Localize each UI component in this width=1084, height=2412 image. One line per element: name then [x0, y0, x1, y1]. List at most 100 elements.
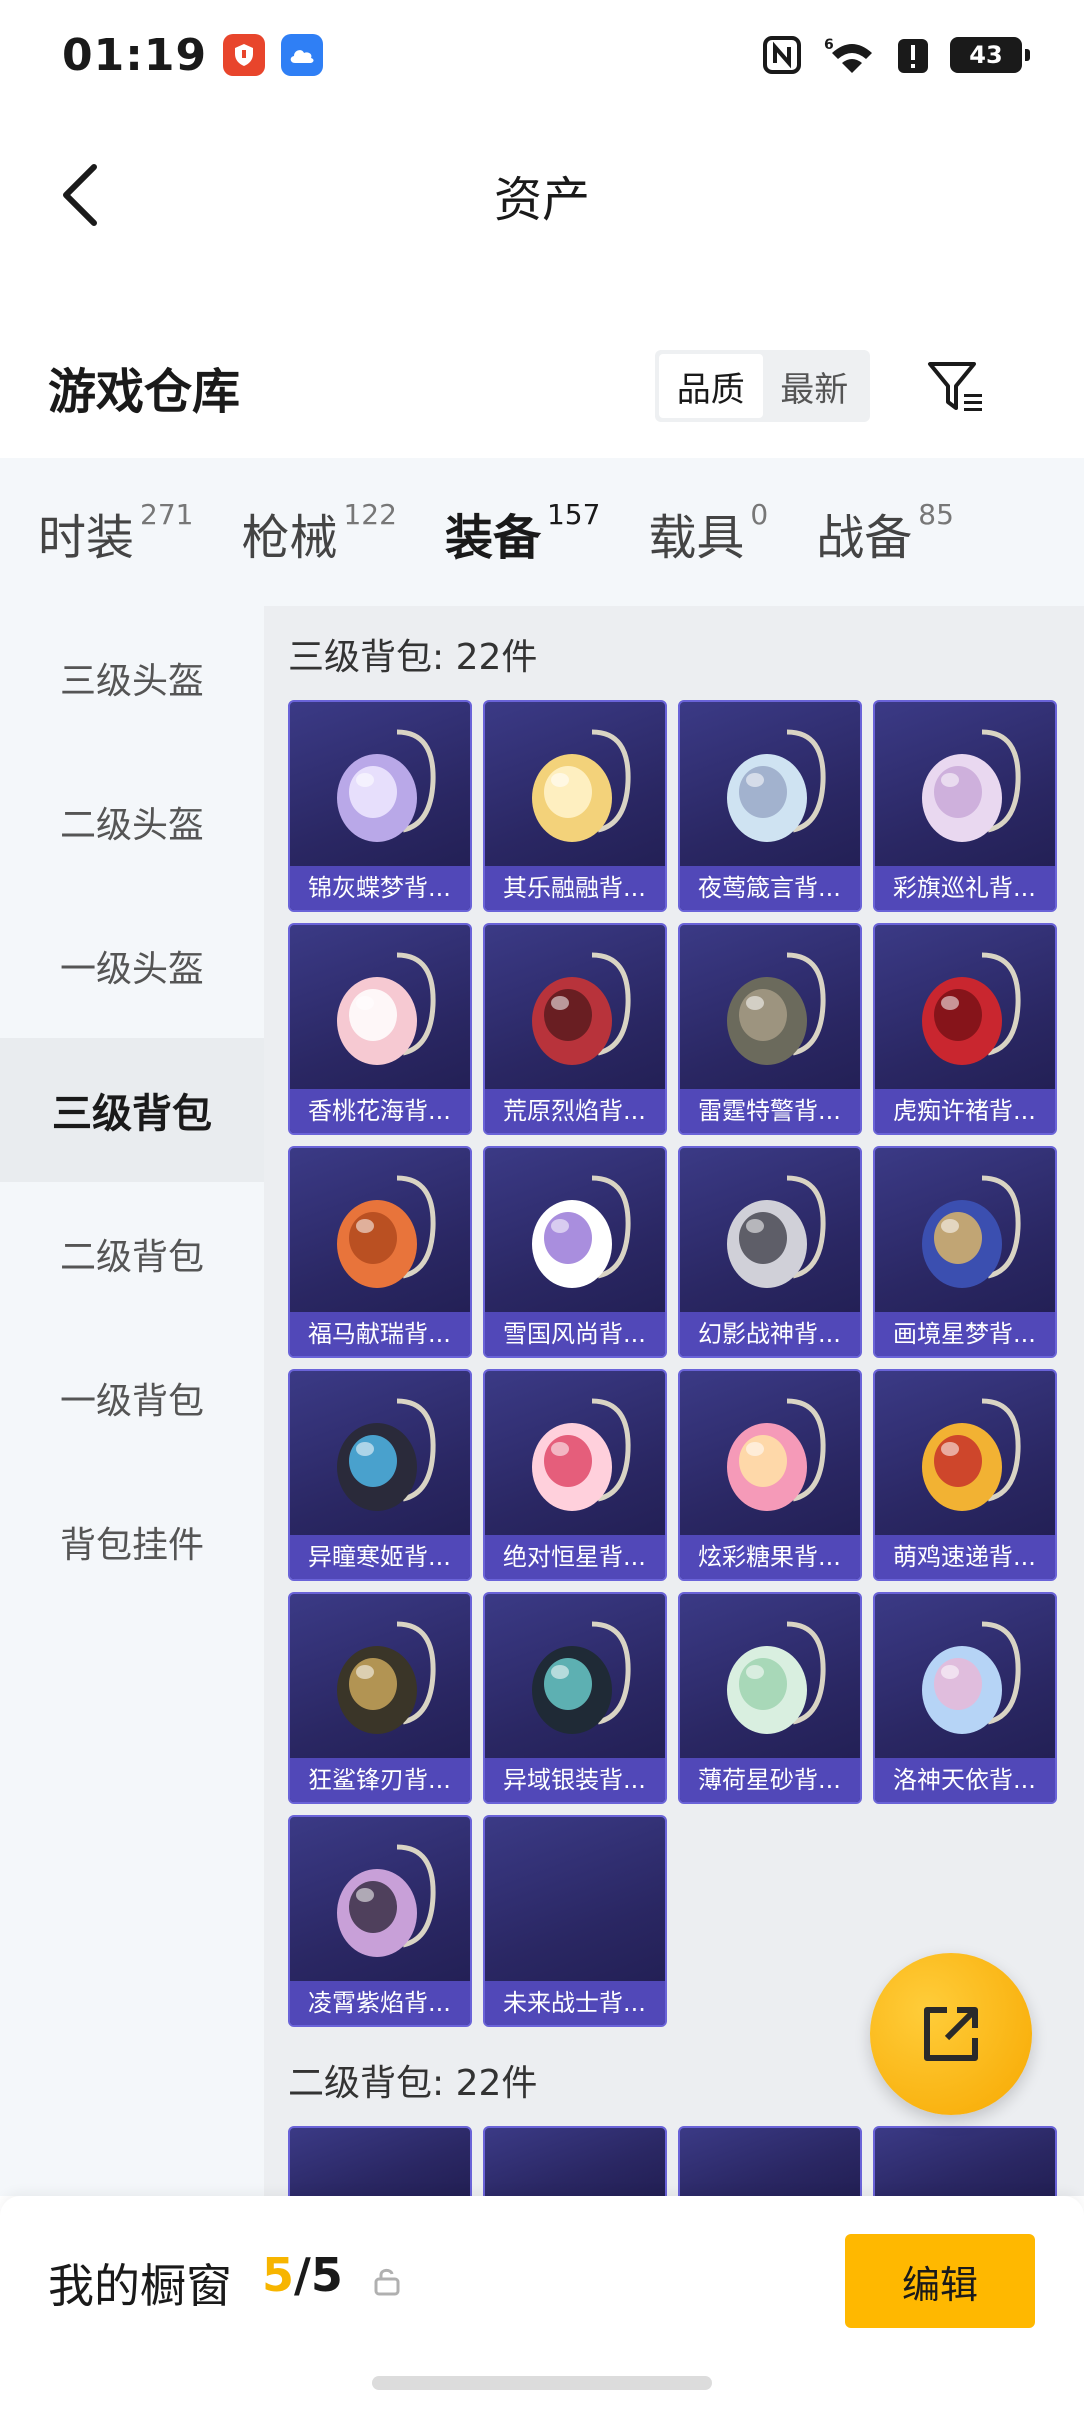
backpack-image	[875, 1148, 1055, 1318]
item-name: 虎痴许褚背...	[875, 1089, 1055, 1133]
item-card[interactable]: 锦灰蝶梦背...	[288, 700, 472, 912]
tab-label: 枪械	[241, 510, 338, 566]
item-card[interactable]: 其乐融融背...	[483, 700, 667, 912]
item-name: 锦灰蝶梦背...	[290, 866, 470, 910]
tab-count: 0	[750, 498, 769, 531]
sidebar-item-level3-backpack[interactable]: 三级背包	[0, 1038, 264, 1182]
backpack-image	[290, 1148, 470, 1318]
item-card[interactable]: 虎痴许褚背...	[873, 923, 1057, 1135]
item-name: 绝对恒星背...	[485, 1535, 665, 1579]
item-grid-level2-backpack	[288, 2126, 1057, 2196]
backpack-image	[485, 702, 665, 872]
item-name: 夜莺箴言背...	[680, 866, 860, 910]
item-grid-level3-backpack: 锦灰蝶梦背... 其乐融融背... 夜莺箴言背... 彩旗巡礼背... 香桃花海背...…	[288, 700, 1057, 2027]
tab-label: 装备	[444, 510, 541, 566]
backpack-image	[290, 1371, 470, 1541]
item-card[interactable]: 凌霄紫焰背...	[288, 1815, 472, 2027]
item-name: 荒原烈焰背...	[485, 1089, 665, 1133]
sort-option-newest[interactable]: 最新	[763, 354, 867, 418]
backpack-image	[485, 1594, 665, 1764]
item-card[interactable]	[483, 2126, 667, 2196]
item-name: 异域银装背...	[485, 1758, 665, 1802]
backpack-image	[485, 925, 665, 1095]
section-title-level2-backpack: 二级背包: 22件	[288, 2063, 538, 2104]
filter-icon	[928, 362, 982, 411]
item-card[interactable]: 荒原烈焰背...	[483, 923, 667, 1135]
item-card[interactable]: 异瞳寒姬背...	[288, 1369, 472, 1581]
item-name: 福马献瑞背...	[290, 1312, 470, 1356]
item-card[interactable]	[873, 2126, 1057, 2196]
sidebar-item-level1-backpack[interactable]: 一级背包	[0, 1326, 264, 1470]
alert-icon	[896, 35, 930, 75]
tab-count: 122	[343, 498, 397, 531]
svg-text:6: 6	[824, 37, 834, 53]
item-name: 萌鸡速递背...	[875, 1535, 1055, 1579]
backpack-image	[485, 1371, 665, 1541]
backpack-image	[680, 1371, 860, 1541]
backpack-image	[290, 702, 470, 872]
share-button[interactable]	[870, 1953, 1032, 2115]
security-app-icon	[223, 34, 266, 76]
edit-button[interactable]: 编辑	[845, 2234, 1035, 2328]
item-card[interactable]: 异域银装背...	[483, 1592, 667, 1804]
filter-button[interactable]	[920, 350, 992, 422]
tab-label: 时装	[38, 510, 135, 566]
item-card[interactable]: 幻影战神背...	[678, 1146, 862, 1358]
item-card[interactable]	[678, 2126, 862, 2196]
warehouse-title: 游戏仓库	[48, 364, 241, 420]
sort-segmented-control: 品质 最新	[655, 350, 870, 422]
tab-equipment[interactable]: 装备 157	[444, 498, 600, 616]
item-card[interactable]	[288, 2126, 472, 2196]
nfc-icon	[762, 35, 802, 75]
sidebar-item-level2-backpack[interactable]: 二级背包	[0, 1182, 264, 1326]
item-card[interactable]: 炫彩糖果背...	[678, 1369, 862, 1581]
item-card[interactable]: 雷霆特警背...	[678, 923, 862, 1135]
tab-supplies[interactable]: 战备 85	[816, 498, 954, 568]
backpack-image	[290, 925, 470, 1095]
tab-label: 战备	[816, 510, 913, 566]
backpack-image	[680, 702, 860, 872]
item-card[interactable]: 未来战士背...	[483, 1815, 667, 2027]
sidebar-item-level2-helmet[interactable]: 二级头盔	[0, 750, 264, 894]
item-card[interactable]: 绝对恒星背...	[483, 1369, 667, 1581]
backpack-image	[875, 702, 1055, 872]
sort-option-quality[interactable]: 品质	[659, 354, 763, 418]
sidebar-item-level1-helmet[interactable]: 一级头盔	[0, 894, 264, 1038]
item-name: 其乐融融背...	[485, 866, 665, 910]
item-name: 狂鲨锋刃背...	[290, 1758, 470, 1802]
subcategory-sidebar: 三级头盔 二级头盔 一级头盔 三级背包 二级背包 一级背包 背包挂件	[0, 606, 264, 2196]
header: 资产	[0, 130, 1084, 260]
item-card[interactable]: 狂鲨锋刃背...	[288, 1592, 472, 1804]
item-card[interactable]: 夜莺箴言背...	[678, 700, 862, 912]
sidebar-item-backpack-charm[interactable]: 背包挂件	[0, 1470, 264, 1614]
tab-count: 85	[918, 498, 954, 531]
backpack-image	[485, 1817, 665, 1987]
backpack-image	[680, 925, 860, 1095]
item-name: 幻影战神背...	[680, 1312, 860, 1356]
tab-label: 载具	[648, 510, 745, 566]
item-card[interactable]: 洛神天依背...	[873, 1592, 1057, 1804]
item-card[interactable]: 香桃花海背...	[288, 923, 472, 1135]
battery-icon: 43	[950, 37, 1030, 73]
tab-count: 271	[140, 498, 194, 531]
screen: 01:19 6 43 资产 游戏仓库 品质 最新 时装 271 枪械 122 装…	[0, 0, 1084, 2412]
wifi-6-icon: 6	[822, 35, 876, 75]
tab-fashion[interactable]: 时装 271	[38, 498, 193, 568]
backpack-image	[875, 925, 1055, 1095]
item-name: 炫彩糖果背...	[680, 1535, 860, 1579]
item-card[interactable]: 雪国风尚背...	[483, 1146, 667, 1358]
tab-guns[interactable]: 枪械 122	[241, 498, 396, 568]
showcase-bar: 我的橱窗 5/5 编辑	[0, 2196, 1084, 2412]
item-card[interactable]: 萌鸡速递背...	[873, 1369, 1057, 1581]
item-card[interactable]: 薄荷星砂背...	[678, 1592, 862, 1804]
item-name: 异瞳寒姬背...	[290, 1535, 470, 1579]
item-card[interactable]: 福马献瑞背...	[288, 1146, 472, 1358]
item-name: 彩旗巡礼背...	[875, 866, 1055, 910]
home-indicator[interactable]	[372, 2376, 712, 2390]
sidebar-item-level3-helmet[interactable]: 三级头盔	[0, 606, 264, 750]
backpack-image	[290, 1817, 470, 1987]
item-name: 凌霄紫焰背...	[290, 1981, 470, 2025]
item-card[interactable]: 画境星梦背...	[873, 1146, 1057, 1358]
tab-vehicles[interactable]: 载具 0	[648, 498, 768, 568]
item-card[interactable]: 彩旗巡礼背...	[873, 700, 1057, 912]
